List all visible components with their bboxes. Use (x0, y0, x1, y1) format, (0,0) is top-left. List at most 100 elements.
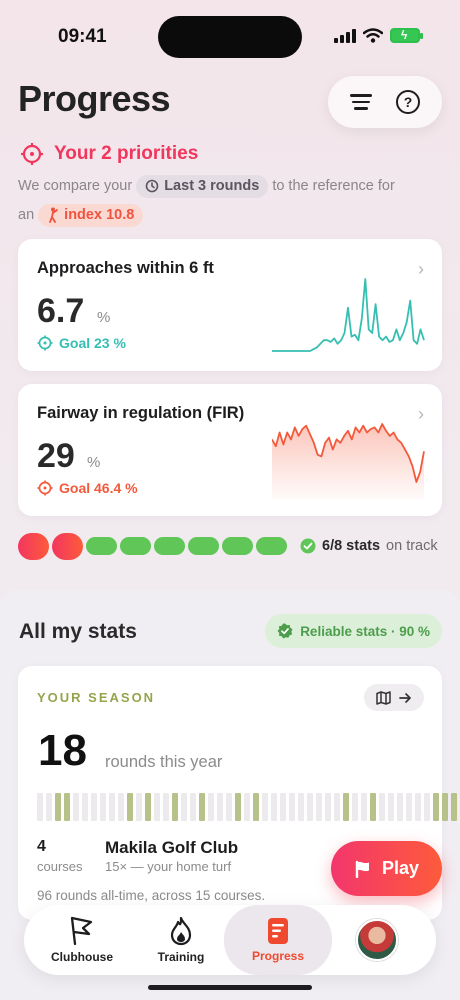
week-empty (316, 793, 322, 821)
stat-goal-label: Goal 46.4 % (59, 480, 138, 496)
week-played (451, 793, 457, 821)
filter-icon[interactable] (350, 94, 372, 110)
stat-card-fir[interactable]: Fairway in regulation (FIR) › 29 % Goal … (18, 384, 442, 516)
track-dot-on (120, 537, 151, 555)
track-dot-on (222, 537, 253, 555)
courses-label: courses (37, 859, 83, 874)
week-played (199, 793, 205, 821)
signal-icon (334, 28, 356, 43)
week-empty (397, 793, 403, 821)
track-dot-on (188, 537, 219, 555)
week-empty (208, 793, 214, 821)
track-dot-off (52, 532, 83, 560)
week-empty (361, 793, 367, 821)
crosshair-icon (21, 143, 43, 165)
week-empty (388, 793, 394, 821)
flag-icon (355, 860, 369, 878)
play-button[interactable]: Play (331, 841, 442, 896)
week-empty (136, 793, 142, 821)
home-indicator (148, 985, 312, 990)
stat-card-approaches[interactable]: Approaches within 6 ft › 6.7 % Goal 23 % (18, 239, 442, 371)
season-weeks-strip (37, 793, 457, 821)
rounds-chip[interactable]: Last 3 rounds (136, 174, 269, 198)
track-dot-on (154, 537, 185, 555)
week-played (442, 793, 448, 821)
track-dots (18, 532, 290, 560)
index-chip-label: index 10.8 (64, 206, 135, 223)
flame-icon (170, 916, 192, 946)
week-played (253, 793, 259, 821)
week-played (145, 793, 151, 821)
track-count: 6/8 stats (322, 538, 381, 554)
tab-progress[interactable]: Progress (224, 905, 332, 975)
target-icon (37, 335, 53, 351)
alltime-summary: 96 rounds all-time, across 15 courses. (37, 888, 266, 903)
map-icon (376, 690, 391, 705)
week-empty (109, 793, 115, 821)
week-empty (289, 793, 295, 821)
week-empty (424, 793, 430, 821)
avatar (356, 919, 398, 961)
help-icon[interactable]: ? (396, 90, 420, 114)
check-circle-icon (300, 538, 316, 554)
map-button[interactable] (364, 684, 424, 711)
intro-middle: to the reference for (272, 178, 395, 194)
home-club-sub: 15× — your home turf (105, 859, 232, 874)
week-played (64, 793, 70, 821)
tab-training[interactable]: Training (136, 905, 226, 975)
on-track-indicator[interactable]: 6/8 stats on track (18, 532, 442, 560)
week-empty (37, 793, 43, 821)
page-title: Progress (18, 78, 171, 119)
rounds-chip-label: Last 3 rounds (164, 177, 260, 194)
week-empty (298, 793, 304, 821)
tab-profile[interactable] (342, 905, 412, 975)
week-empty (280, 793, 286, 821)
priorities-header: Your 2 priorities (20, 142, 198, 166)
week-empty (181, 793, 187, 821)
stat-title: Fairway in regulation (FIR) (37, 404, 245, 422)
target-icon (37, 480, 53, 496)
status-icons: ϟ (334, 28, 423, 43)
priorities-title: Your 2 priorities (54, 143, 199, 164)
week-empty (100, 793, 106, 821)
week-empty (91, 793, 97, 821)
week-empty (82, 793, 88, 821)
sparkline-line (272, 278, 425, 352)
stat-goal-label: Goal 23 % (59, 335, 126, 351)
tab-bar: Clubhouse Training Progress (24, 905, 436, 975)
priorities-intro: We compare your Last 3 rounds to the ref… (18, 172, 438, 230)
week-empty (190, 793, 196, 821)
week-empty (226, 793, 232, 821)
play-label: Play (381, 858, 420, 878)
stat-unit: % (97, 309, 111, 326)
all-stats-title: All my stats (19, 620, 137, 643)
week-played (370, 793, 376, 821)
wifi-icon (363, 28, 383, 43)
history-icon (145, 179, 159, 193)
battery-icon: ϟ (390, 28, 423, 43)
week-played (55, 793, 61, 821)
verified-icon (277, 623, 293, 639)
week-empty (415, 793, 421, 821)
week-empty (307, 793, 313, 821)
stat-value: 29 (37, 437, 75, 475)
season-rounds-count: 18 (38, 726, 87, 775)
track-dot-off (18, 532, 49, 560)
progress-icon (268, 918, 288, 944)
index-chip[interactable]: index 10.8 (38, 203, 144, 227)
week-empty (352, 793, 358, 821)
tab-label: Training (157, 950, 205, 964)
week-played (127, 793, 133, 821)
tab-label: Clubhouse (51, 950, 113, 964)
status-time: 09:41 (58, 26, 107, 47)
trend-sparkline (272, 278, 425, 352)
week-empty (271, 793, 277, 821)
flag-icon (70, 916, 93, 946)
status-bar: 09:41 ϟ (0, 0, 460, 70)
week-empty (379, 793, 385, 821)
week-empty (154, 793, 160, 821)
stat-goal: Goal 46.4 % (37, 480, 138, 496)
tab-clubhouse[interactable]: Clubhouse (36, 905, 128, 975)
reliable-stats-badge[interactable]: Reliable stats · 90 % (265, 614, 442, 648)
week-empty (334, 793, 340, 821)
